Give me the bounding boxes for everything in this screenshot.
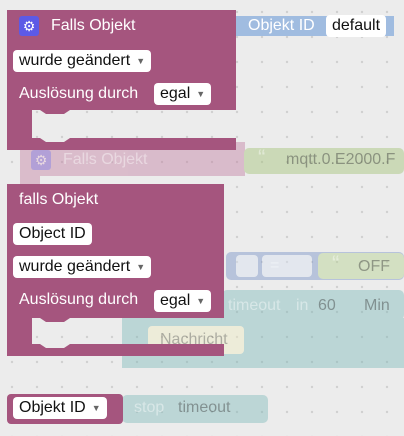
object-id-field[interactable]: Object ID xyxy=(13,223,92,245)
chevron-down-icon: ▼ xyxy=(196,296,206,306)
change-dropdown-2[interactable]: wurde geändert ▼ xyxy=(13,256,152,278)
bg-in-label: in xyxy=(296,297,309,314)
chevron-down-icon: ▼ xyxy=(196,89,206,99)
bg-unit-dropdown: Min xyxy=(364,297,390,314)
chevron-down-icon: ▼ xyxy=(91,403,101,413)
bg-mqtt-text: mqtt.0.E2000.F xyxy=(286,151,396,168)
trigger-dropdown-2[interactable]: egal ▼ xyxy=(154,290,212,312)
bg-quote-mark-2: “ xyxy=(332,251,340,276)
bg-timeout-label: timeout xyxy=(228,297,281,314)
objekt-id-bottom-label: Objekt ID xyxy=(19,399,86,417)
objekt-id-top-value[interactable]: default xyxy=(326,15,387,37)
bg-operator: = xyxy=(270,257,280,274)
bg-off-value: OFF xyxy=(358,258,390,275)
change-dropdown-1-value: wurde geändert xyxy=(19,52,131,70)
bg-stop-label: stop xyxy=(134,399,165,416)
bg-stop-dropdown: timeout xyxy=(178,399,231,416)
bg-falls-objekt-title: Falls Objekt xyxy=(63,151,148,168)
trigger-dropdown-1[interactable]: egal ▼ xyxy=(154,83,212,105)
trigger-label-1: Auslösung durch xyxy=(19,85,139,102)
change-dropdown-1[interactable]: wurde geändert ▼ xyxy=(13,50,152,72)
falls-objekt-title-2: falls Objekt xyxy=(19,191,99,208)
gear-icon: ⚙ xyxy=(23,19,36,35)
objekt-id-bottom-dropdown[interactable]: Objekt ID ▼ xyxy=(13,397,107,419)
bg-compare-left-dropdown[interactable] xyxy=(236,255,258,277)
bg-nachricht: Nachricht xyxy=(160,331,228,348)
bg-delay-value: 60 xyxy=(318,297,336,314)
chevron-down-icon: ▼ xyxy=(136,56,146,66)
falls-objekt-title: Falls Objekt xyxy=(51,17,136,34)
chevron-down-icon: ▼ xyxy=(136,262,146,272)
trigger-label-2: Auslösung durch xyxy=(19,291,139,308)
gear-icon: ⚙ xyxy=(35,153,48,169)
trigger-dropdown-2-value: egal xyxy=(160,292,191,310)
objekt-id-top-label: Objekt ID xyxy=(248,17,315,34)
change-dropdown-2-value: wurde geändert xyxy=(19,258,131,276)
bg-quote-mark: “ xyxy=(258,145,266,170)
trigger-dropdown-1-value: egal xyxy=(160,85,191,103)
